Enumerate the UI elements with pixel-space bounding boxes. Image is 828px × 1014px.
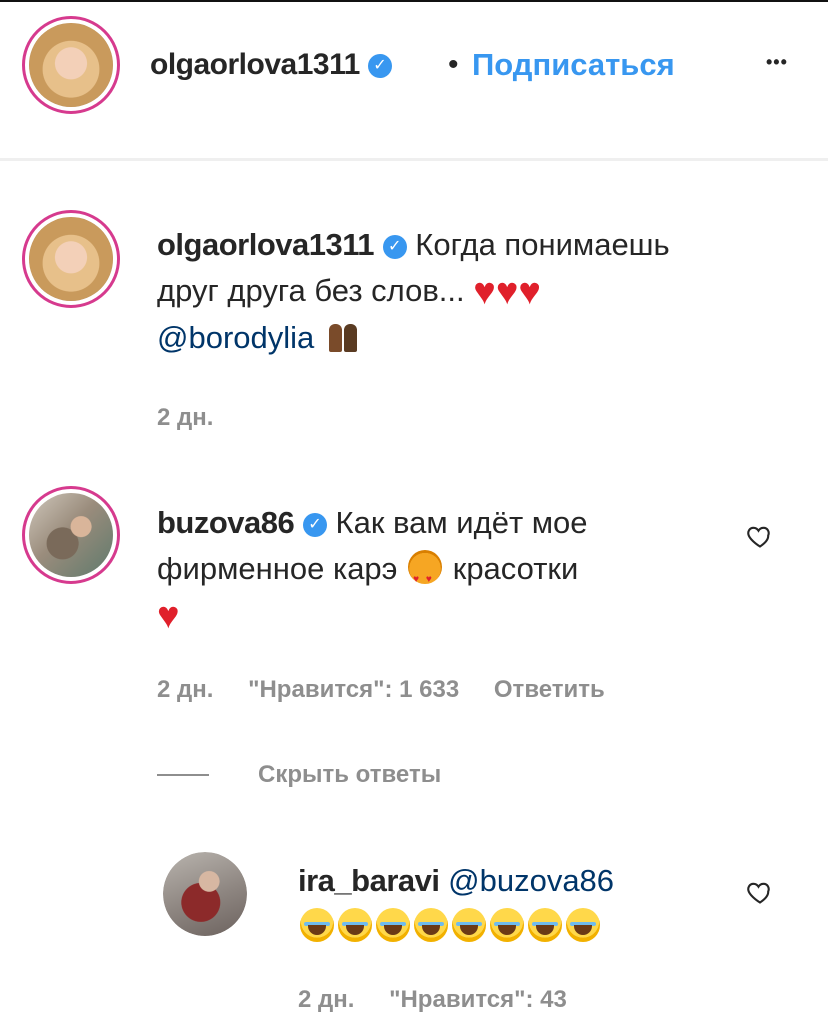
- comment-line1: Как вам идёт мое: [335, 505, 588, 540]
- caption-line2: друг друга без слов...: [157, 273, 465, 308]
- laughing-emoji: [452, 908, 486, 942]
- comment-meta: 2 дн. "Нравится": 1 633 Ответить: [157, 676, 633, 704]
- caption-text: olgaorlova1311 ✓ Когда понимаешь друг др…: [157, 222, 777, 361]
- header-avatar[interactable]: [22, 16, 120, 114]
- laughing-emoji: [528, 908, 562, 942]
- couple-emoji: [328, 322, 359, 352]
- comment-avatar[interactable]: [22, 486, 120, 584]
- heart-eyes-cat-emoji: [408, 550, 443, 603]
- caption-meta: 2 дн.: [157, 404, 241, 432]
- like-reply-heart-icon[interactable]: [746, 878, 774, 906]
- avatar-image: [29, 493, 113, 577]
- verified-badge-icon: ✓: [302, 512, 327, 537]
- like-comment-heart-icon[interactable]: [746, 522, 774, 550]
- laughing-emoji: [566, 908, 600, 942]
- verified-badge-icon: ✓: [382, 234, 407, 259]
- laughing-emoji: [300, 908, 334, 942]
- laughing-emoji: [338, 908, 372, 942]
- caption-username[interactable]: olgaorlova1311: [157, 227, 375, 262]
- header-separator: •: [448, 48, 459, 81]
- reply-button[interactable]: Ответить: [494, 676, 605, 703]
- reply-username[interactable]: ira_baravi: [298, 863, 440, 898]
- caption-time[interactable]: 2 дн.: [157, 404, 213, 431]
- comment-line2b: красотки: [452, 551, 579, 586]
- heart-emoji: ♥: [518, 271, 541, 313]
- heart-emoji: ♥: [495, 271, 519, 313]
- verified-badge-icon: ✓: [367, 54, 392, 79]
- reply-time[interactable]: 2 дн.: [298, 986, 354, 1013]
- post-header: olgaorlova1311 ✓ • Подписаться •••: [0, 2, 828, 158]
- reply-avatar[interactable]: [163, 852, 247, 936]
- caption-mention[interactable]: @borodylia: [157, 320, 314, 355]
- reply-text: ira_baravi @buzova86: [298, 858, 718, 950]
- comment-likes[interactable]: "Нравится": 1 633: [248, 676, 459, 703]
- comment-line2a: фирменное карэ: [157, 551, 398, 586]
- laughing-emoji: [414, 908, 448, 942]
- comment-text: buzova86 ✓ Как вам идёт мое фирменное ка…: [157, 500, 717, 639]
- avatar-image: [163, 852, 247, 936]
- more-options-icon[interactable]: •••: [766, 52, 788, 73]
- caption-avatar[interactable]: [22, 210, 120, 308]
- reply-mention[interactable]: @buzova86: [448, 863, 614, 898]
- reply-likes[interactable]: "Нравится": 43: [389, 986, 567, 1013]
- header-divider: [0, 158, 828, 161]
- header-username-text[interactable]: olgaorlova1311: [150, 48, 360, 81]
- comment-username[interactable]: buzova86: [157, 505, 295, 540]
- heart-emoji: ♥: [157, 595, 180, 637]
- follow-button[interactable]: Подписаться: [472, 47, 675, 83]
- reply-meta: 2 дн. "Нравится": 43: [298, 986, 595, 1014]
- laughing-emoji: [376, 908, 410, 942]
- hide-replies-button[interactable]: Скрыть ответы: [258, 761, 441, 789]
- replies-divider-line: [157, 774, 209, 776]
- caption-line1: Когда понимаешь: [415, 227, 670, 262]
- comment-time[interactable]: 2 дн.: [157, 676, 213, 703]
- avatar-image: [29, 23, 113, 107]
- heart-emoji: ♥: [473, 271, 496, 313]
- laughing-emoji: [490, 908, 524, 942]
- header-username[interactable]: olgaorlova1311 ✓: [150, 48, 392, 82]
- avatar-image: [29, 217, 113, 301]
